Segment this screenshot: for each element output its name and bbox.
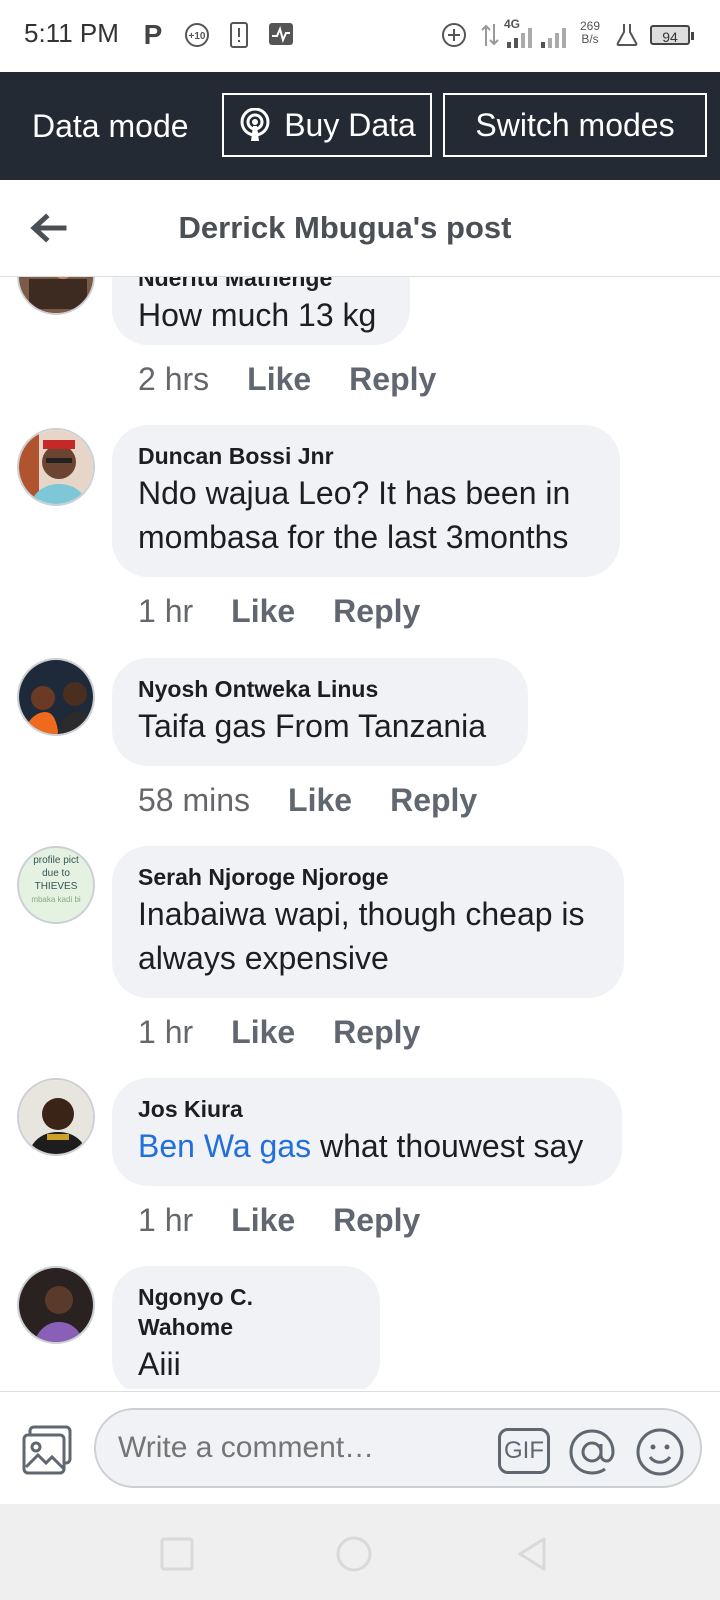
data-arrows-icon bbox=[477, 22, 503, 48]
plus10-icon: +10 bbox=[182, 22, 212, 48]
avatar[interactable] bbox=[17, 277, 95, 315]
photo-icon[interactable] bbox=[20, 1423, 74, 1477]
add-circle-icon bbox=[441, 22, 467, 48]
comments-list: Nderitu Mathenge How much 13 kg 2 hrs Li… bbox=[0, 277, 720, 1389]
mention-link[interactable]: Ben Wa gas bbox=[138, 1128, 311, 1164]
comment-meta: 1 hr Like Reply bbox=[138, 593, 420, 630]
comment-text: Aiii bbox=[138, 1346, 181, 1382]
lab-icon bbox=[614, 22, 640, 48]
page-title: Derrick Mbugua's post bbox=[178, 210, 512, 245]
comment-bubble: Serah Njoroge Njoroge Inabaiwa wapi, tho… bbox=[112, 846, 624, 998]
status-bar: 5:11 PM P +10 4G 269 B/s 94 bbox=[0, 0, 720, 72]
avatar-text: profile pict bbox=[33, 855, 79, 866]
comment-bubble: Jos Kiura Ben Wa gas what thouwest say bbox=[112, 1078, 622, 1186]
comment-text: Inabaiwa wapi, though cheap is always ex… bbox=[138, 896, 585, 976]
like-button[interactable]: Like bbox=[231, 1014, 295, 1051]
comment-meta: 1 hr Like Reply bbox=[138, 1014, 420, 1051]
comment-meta: 58 mins Like Reply bbox=[138, 782, 477, 819]
net-speed: 269 B/s bbox=[580, 20, 600, 46]
data-mode-label: Data mode bbox=[32, 108, 189, 144]
like-button[interactable]: Like bbox=[247, 361, 311, 398]
net-speed-unit: B/s bbox=[581, 32, 599, 46]
sim-alert-icon bbox=[226, 22, 252, 48]
svg-text:+10: +10 bbox=[189, 31, 206, 42]
status-time: 5:11 PM bbox=[24, 18, 119, 48]
post-header: Derrick Mbugua's post bbox=[0, 180, 720, 277]
like-button[interactable]: Like bbox=[231, 1202, 295, 1239]
comment-meta: 2 hrs Like Reply bbox=[138, 361, 436, 398]
switch-modes-button[interactable]: Switch modes bbox=[443, 93, 707, 157]
comment-time[interactable]: 1 hr bbox=[138, 1014, 193, 1051]
like-button[interactable]: Like bbox=[288, 782, 352, 819]
comment-text: Taifa gas From Tanzania bbox=[138, 708, 487, 744]
mention-icon[interactable] bbox=[566, 1426, 618, 1478]
avatar[interactable] bbox=[17, 428, 95, 506]
avatar-text: mbaka kadi bi bbox=[31, 895, 81, 904]
data-mode-banner: Data mode Buy Data Switch modes bbox=[0, 72, 720, 180]
buy-data-label: Buy Data bbox=[284, 106, 416, 143]
comment-text: Ben Wa gas what thouwest say bbox=[138, 1124, 596, 1168]
reply-button[interactable]: Reply bbox=[333, 1014, 420, 1051]
activity-icon bbox=[268, 22, 294, 48]
avatar[interactable] bbox=[17, 1266, 95, 1344]
parking-icon: P bbox=[143, 19, 163, 50]
podcast-icon bbox=[240, 108, 270, 141]
signal-icon bbox=[506, 28, 536, 54]
system-nav-bar bbox=[0, 1504, 720, 1600]
comment-time[interactable]: 58 mins bbox=[138, 782, 250, 819]
reply-button[interactable]: Reply bbox=[390, 782, 477, 819]
comment-author[interactable]: Jos Kiura bbox=[138, 1094, 596, 1124]
avatar[interactable] bbox=[17, 658, 95, 736]
comment-bubble: Nyosh Ontweka Linus Taifa gas From Tanza… bbox=[112, 658, 528, 766]
avatar[interactable]: profile pict due to THIEVES mbaka kadi b… bbox=[17, 846, 95, 924]
comment-author[interactable]: Serah Njoroge Njoroge bbox=[138, 862, 598, 892]
comment-author[interactable]: Duncan Bossi Jnr bbox=[138, 441, 594, 471]
net-speed-value: 269 bbox=[580, 19, 601, 33]
comment-text-rest: what thouwest say bbox=[311, 1128, 584, 1164]
comment-time[interactable]: 2 hrs bbox=[138, 361, 209, 398]
gif-icon[interactable]: GIF bbox=[498, 1428, 550, 1474]
battery-indicator: 94 bbox=[650, 25, 694, 45]
comment-text: Ndo wajua Leo? It has been in mombasa fo… bbox=[138, 475, 571, 555]
back-nav-icon[interactable] bbox=[512, 1534, 552, 1574]
comment-bubble: Nderitu Mathenge How much 13 kg bbox=[112, 277, 410, 345]
comment-author[interactable]: Ngonyo C. Wahome bbox=[138, 1282, 354, 1342]
comment-author[interactable]: Nyosh Ontweka Linus bbox=[138, 674, 502, 704]
comment-bubble: Duncan Bossi Jnr Ndo wajua Leo? It has b… bbox=[112, 425, 620, 577]
switch-modes-label: Switch modes bbox=[475, 106, 675, 143]
avatar[interactable] bbox=[17, 1078, 95, 1156]
like-button[interactable]: Like bbox=[231, 593, 295, 630]
buy-data-button[interactable]: Buy Data bbox=[222, 93, 432, 157]
reply-button[interactable]: Reply bbox=[333, 593, 420, 630]
comment-meta: 1 hr Like Reply bbox=[138, 1202, 420, 1239]
comment-text: How much 13 kg bbox=[138, 297, 377, 333]
avatar-text: due to bbox=[42, 868, 70, 879]
comment-time[interactable]: 1 hr bbox=[138, 593, 193, 630]
emoji-icon[interactable] bbox=[634, 1426, 686, 1478]
comment-author[interactable]: Nderitu Mathenge bbox=[138, 277, 384, 293]
signal-icon bbox=[540, 28, 570, 54]
recents-icon[interactable] bbox=[157, 1534, 197, 1574]
comment-time[interactable]: 1 hr bbox=[138, 1202, 193, 1239]
comment-bubble: Ngonyo C. Wahome Aiii bbox=[112, 1266, 380, 1389]
avatar-text: THIEVES bbox=[34, 881, 78, 892]
reply-button[interactable]: Reply bbox=[333, 1202, 420, 1239]
gif-label: GIF bbox=[504, 1437, 544, 1464]
reply-button[interactable]: Reply bbox=[349, 361, 436, 398]
home-icon[interactable] bbox=[334, 1534, 374, 1574]
